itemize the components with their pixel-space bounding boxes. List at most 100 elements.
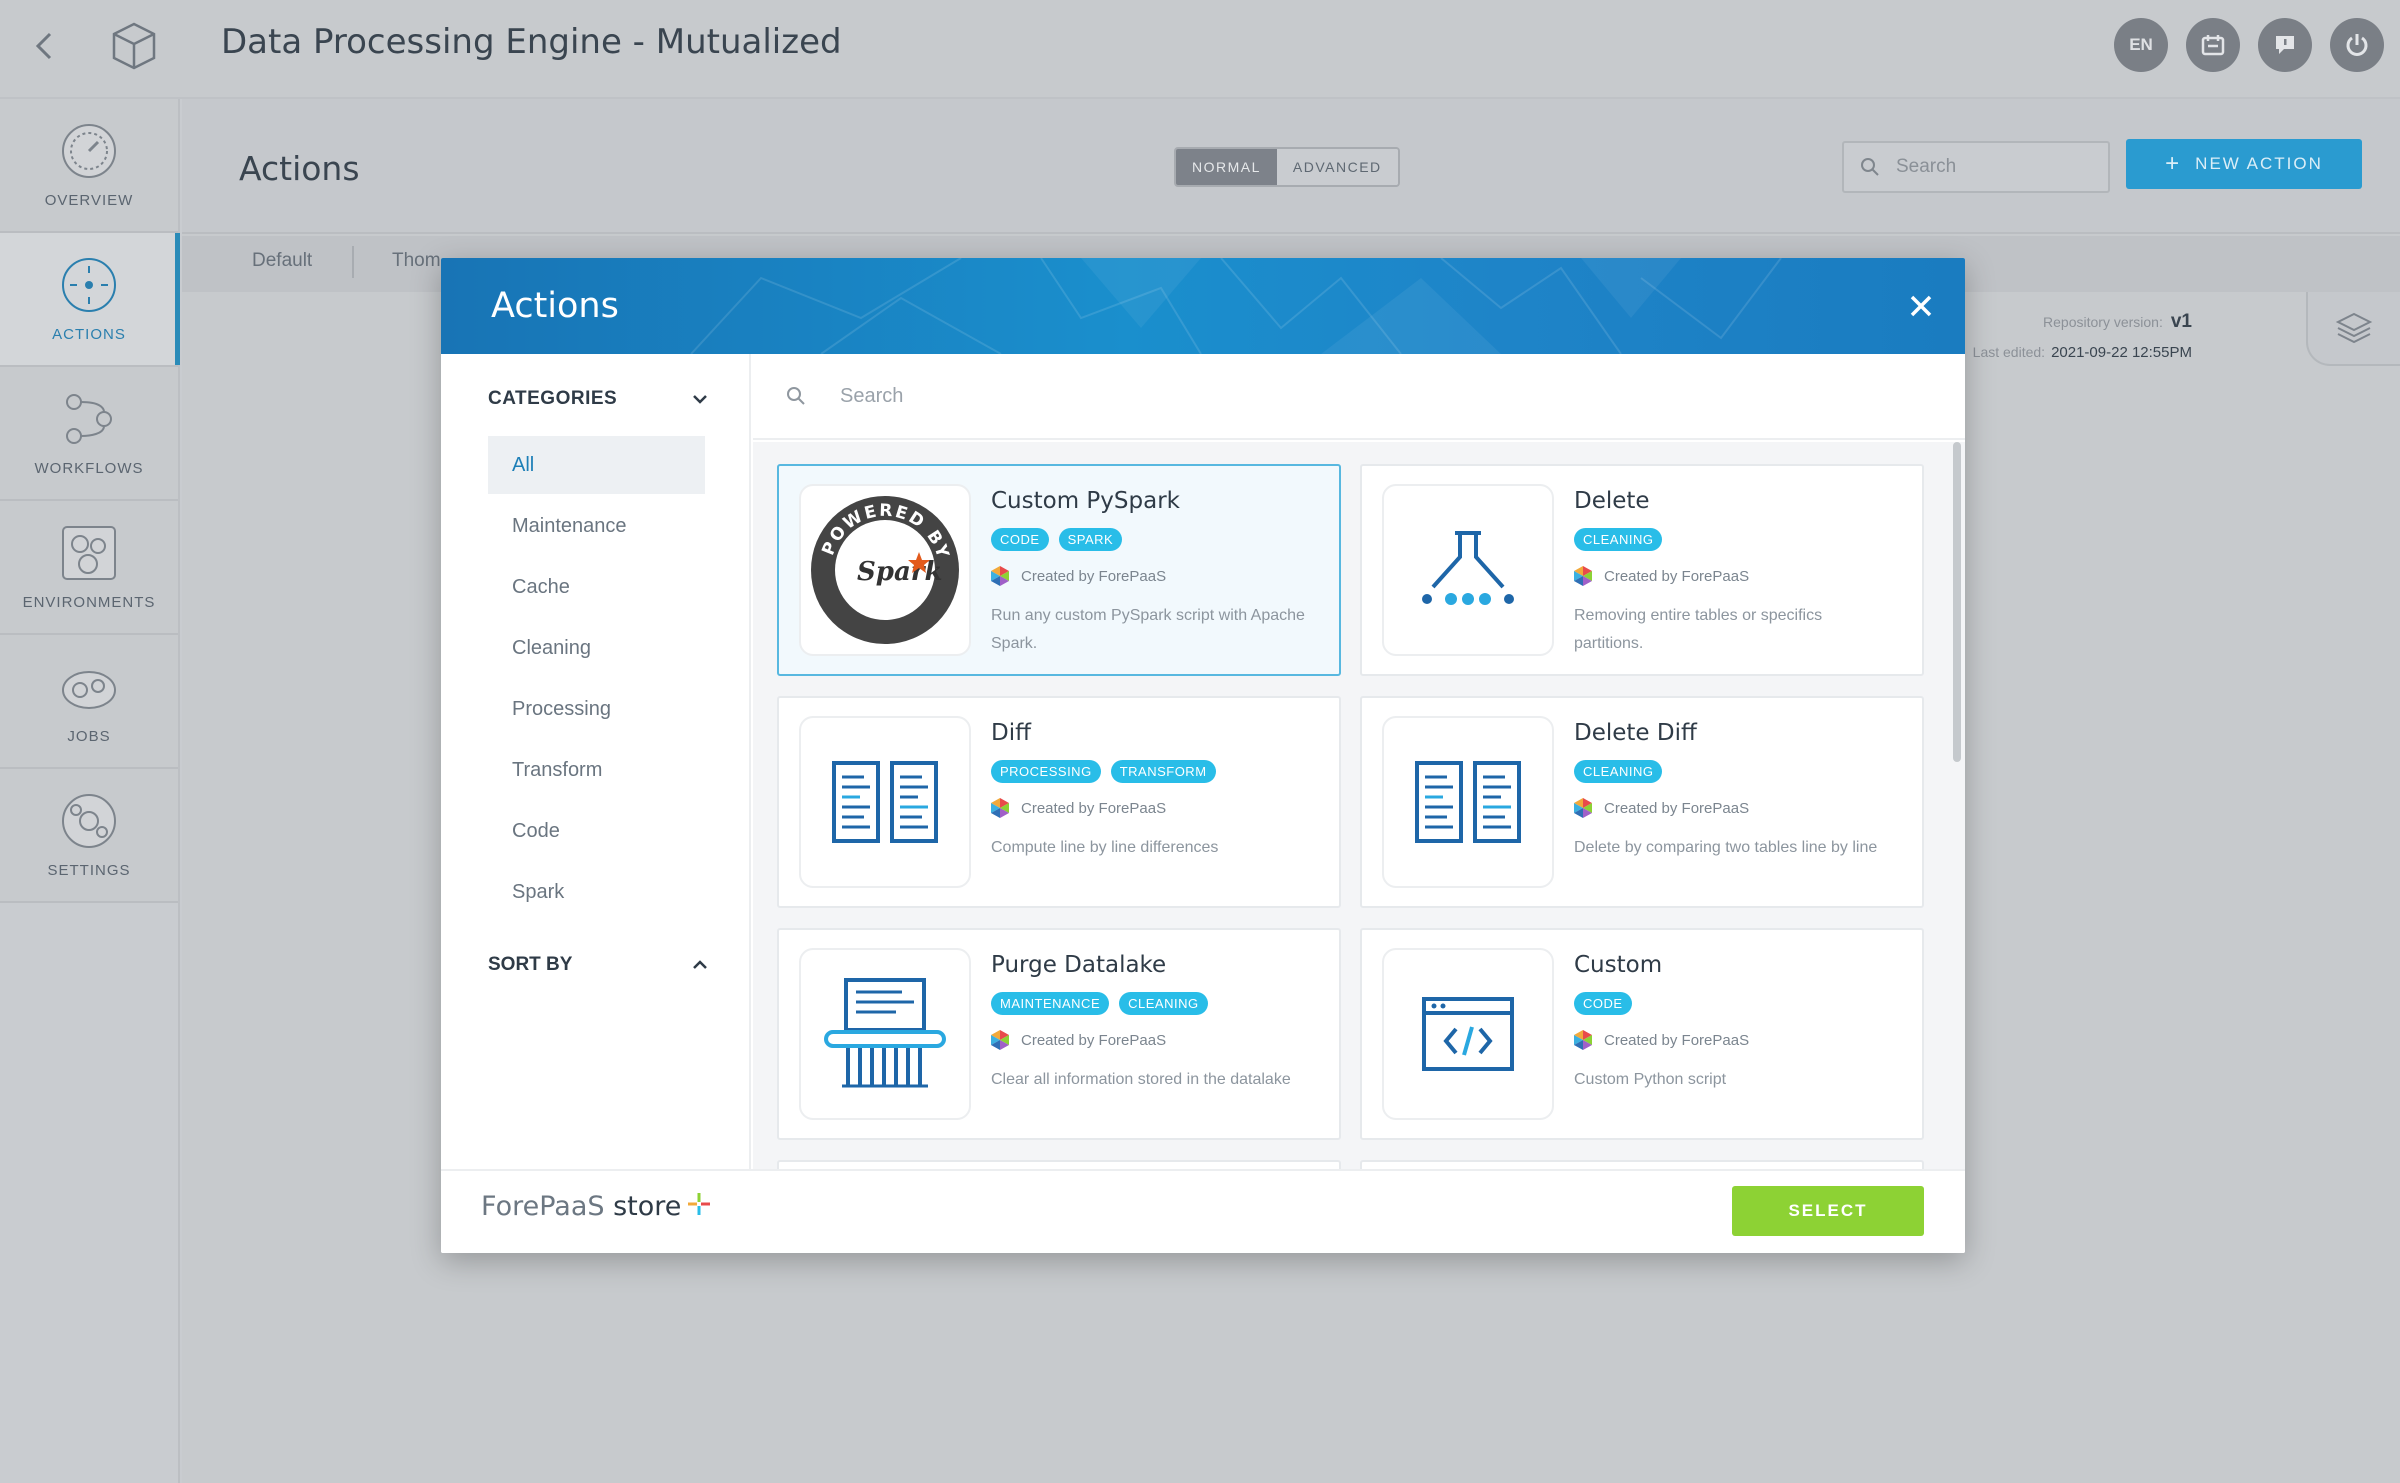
action-card-partial[interactable] <box>1360 1160 1924 1169</box>
modal-search-placeholder: Search <box>840 384 904 407</box>
sidebar-item-workflows[interactable]: WORKFLOWS <box>0 367 178 501</box>
modal-title: Actions <box>491 286 619 326</box>
diff-documents-icon <box>1415 761 1521 843</box>
diff-documents-icon <box>832 761 938 843</box>
layers-button[interactable] <box>2306 292 2400 366</box>
sidebar-item-label: ENVIRONMENTS <box>22 593 156 611</box>
card-description: Run any custom PySpark script with Apach… <box>991 607 1305 652</box>
category-item-all[interactable]: All <box>488 436 705 494</box>
card-image: POWERED BY APACHE Spark <box>799 484 971 656</box>
sidebar-item-label: WORKFLOWS <box>34 459 144 477</box>
card-description: Delete by comparing two tables line by l… <box>1574 839 1878 856</box>
creator-text: Created by ForePaaS <box>1604 799 1750 817</box>
action-card-partial[interactable] <box>777 1160 1341 1169</box>
chevron-down-icon <box>693 395 707 404</box>
forepaas-logo-icon <box>991 1030 1009 1050</box>
sidebar-item-environments[interactable]: ENVIRONMENTS <box>0 501 178 635</box>
mode-advanced-button[interactable]: ADVANCED <box>1276 149 1398 185</box>
category-list: All Maintenance Cache Cleaning Processin… <box>488 436 705 924</box>
sort-by-header[interactable]: SORT BY <box>488 954 708 976</box>
sidebar-item-actions[interactable]: ACTIONS <box>0 233 180 367</box>
action-card-purge-datalake[interactable]: Purge Datalake MAINTENANCE CLEANING Crea… <box>777 928 1341 1140</box>
forepaas-logo-icon <box>991 798 1009 818</box>
power-button[interactable] <box>2330 18 2384 72</box>
close-icon[interactable] <box>1907 292 1935 320</box>
card-tags: CLEANING <box>1574 760 1663 783</box>
store-sparkle-icon <box>688 1193 710 1215</box>
language-button[interactable]: EN <box>2114 18 2168 72</box>
layers-icon <box>2335 312 2373 344</box>
card-title: Delete <box>1574 488 1650 514</box>
settings-icon <box>62 793 116 848</box>
card-description: Clear all information stored in the data… <box>991 1071 1291 1088</box>
store-logo-brand: ForePaaS <box>481 1191 605 1222</box>
calendar-button[interactable] <box>2186 18 2240 72</box>
tag-badge: CLEANING <box>1574 760 1663 783</box>
category-item-code[interactable]: Code <box>488 802 705 860</box>
new-action-button[interactable]: + NEW ACTION <box>2126 139 2362 189</box>
tab-default[interactable]: Default <box>252 250 312 272</box>
top-bar: Data Processing Engine - Mutualized EN <box>0 0 2400 99</box>
page-header: Actions NORMAL ADVANCED Search + NEW ACT… <box>182 99 2400 234</box>
search-input[interactable]: Search <box>1842 141 2110 193</box>
environment-icon <box>62 525 116 580</box>
sidebar-item-overview[interactable]: OVERVIEW <box>0 99 178 233</box>
support-button[interactable] <box>2258 18 2312 72</box>
card-creator: Created by ForePaaS <box>1574 566 1749 586</box>
category-item-spark[interactable]: Spark <box>488 863 705 921</box>
categories-header[interactable]: CATEGORIES <box>488 388 708 410</box>
creator-text: Created by ForePaaS <box>1021 1031 1167 1049</box>
tag-badge: MAINTENANCE <box>991 992 1110 1015</box>
action-card-delete-diff[interactable]: Delete Diff CLEANING Created by ForePaaS… <box>1360 696 1924 908</box>
action-card-custom[interactable]: Custom CODE Created by ForePaaS Custom P… <box>1360 928 1924 1140</box>
search-icon <box>1861 158 1879 176</box>
category-item-cache[interactable]: Cache <box>488 558 705 616</box>
category-item-cleaning[interactable]: Cleaning <box>488 619 705 677</box>
mode-toggle: NORMAL ADVANCED <box>1174 147 1400 187</box>
page-title: Actions <box>239 149 360 188</box>
plus-icon: + <box>2165 150 2182 177</box>
forepaas-store-logo: ForePaaS store <box>481 1191 712 1222</box>
new-action-label: NEW ACTION <box>2195 154 2323 173</box>
action-card-diff[interactable]: Diff PROCESSING TRANSFORM Created by For… <box>777 696 1341 908</box>
forepaas-logo-icon <box>1574 566 1592 586</box>
category-item-processing[interactable]: Processing <box>488 680 705 738</box>
chevron-up-icon <box>693 960 707 969</box>
categories-label: CATEGORIES <box>488 388 618 409</box>
card-creator: Created by ForePaaS <box>991 566 1166 586</box>
card-description: Removing entire tables or specifics part… <box>1574 607 1823 652</box>
search-icon <box>787 387 805 405</box>
tag-badge: SPARK <box>1058 528 1123 551</box>
sidebar-item-jobs[interactable]: JOBS <box>0 635 178 769</box>
card-description: Custom Python script <box>1574 1071 1727 1088</box>
action-card-custom-pyspark[interactable]: POWERED BY APACHE Spark Custom PySpark C… <box>777 464 1341 676</box>
mode-normal-button[interactable]: NORMAL <box>1176 149 1277 185</box>
modal-footer: ForePaaS store SELECT <box>441 1169 1965 1253</box>
tag-badge: CODE <box>991 528 1049 551</box>
card-title: Diff <box>991 720 1031 746</box>
repo-version-label: Repository version: <box>2043 314 2163 330</box>
card-title: Delete Diff <box>1574 720 1697 746</box>
card-image <box>799 716 971 888</box>
sidebar-item-label: SETTINGS <box>47 861 131 879</box>
sidebar-item-label: JOBS <box>67 727 111 745</box>
card-creator: Created by ForePaaS <box>991 1030 1166 1050</box>
modal-search-input[interactable]: Search <box>753 354 1965 440</box>
select-button[interactable]: SELECT <box>1732 1186 1924 1236</box>
back-arrow-icon[interactable] <box>28 26 62 66</box>
power-icon <box>2346 34 2368 56</box>
tab-thom[interactable]: Thom <box>392 250 441 272</box>
card-creator: Created by ForePaaS <box>1574 1030 1749 1050</box>
card-image <box>1382 716 1554 888</box>
card-image <box>1382 948 1554 1120</box>
tag-badge: CLEANING <box>1119 992 1208 1015</box>
creator-text: Created by ForePaaS <box>1021 567 1167 585</box>
creator-text: Created by ForePaaS <box>1604 567 1750 585</box>
category-item-transform[interactable]: Transform <box>488 741 705 799</box>
card-tags: CLEANING <box>1574 528 1663 551</box>
filters-panel: CATEGORIES All Maintenance Cache Cleanin… <box>441 354 751 1169</box>
scrollbar[interactable] <box>1953 442 1961 762</box>
category-item-maintenance[interactable]: Maintenance <box>488 497 705 555</box>
action-card-delete[interactable]: Delete CLEANING Created by ForePaaS Remo… <box>1360 464 1924 676</box>
sidebar-item-settings[interactable]: SETTINGS <box>0 769 178 903</box>
